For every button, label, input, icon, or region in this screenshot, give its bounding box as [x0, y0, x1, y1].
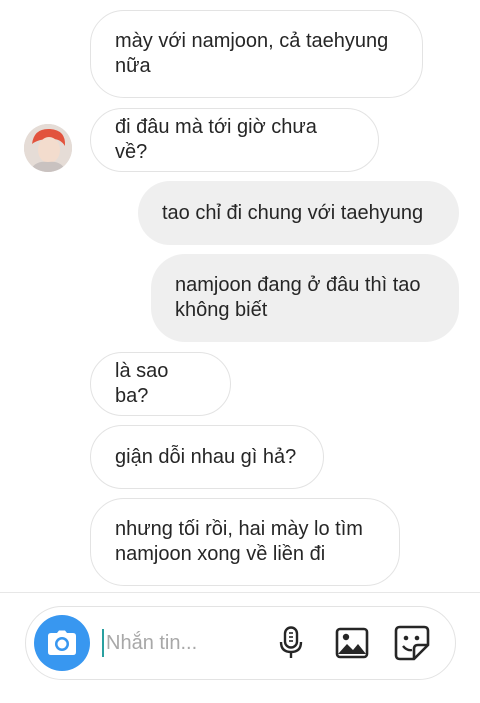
- message-bubble-incoming[interactable]: là sao ba?: [90, 352, 231, 416]
- microphone-button[interactable]: [273, 625, 309, 661]
- message-bubble-incoming[interactable]: nhưng tối rồi, hai mày lo tìm namjoon xo…: [90, 498, 400, 586]
- sticker-button[interactable]: [394, 625, 430, 661]
- message-bubble-incoming[interactable]: mày với namjoon, cả taehyung nữa: [90, 10, 423, 98]
- gallery-icon: [335, 627, 369, 659]
- avatar-image: [24, 124, 72, 172]
- message-bubble-outgoing[interactable]: tao chỉ đi chung với taehyung: [138, 181, 459, 245]
- sticker-icon: [394, 625, 430, 661]
- message-input[interactable]: Nhắn tin...: [106, 607, 197, 679]
- message-composer: Nhắn tin...: [25, 606, 456, 680]
- microphone-icon: [279, 626, 303, 658]
- gallery-button[interactable]: [334, 625, 370, 661]
- camera-icon: [48, 630, 76, 655]
- text-cursor: [102, 629, 104, 657]
- message-bubble-incoming[interactable]: đi đâu mà tới giờ chưa về?: [90, 108, 379, 172]
- message-bubble-outgoing[interactable]: namjoon đang ở đâu thì tao không biết: [151, 254, 459, 342]
- camera-button[interactable]: [34, 615, 90, 671]
- message-bubble-incoming[interactable]: giận dỗi nhau gì hả?: [90, 425, 324, 489]
- composer-divider: [0, 592, 480, 593]
- contact-avatar[interactable]: [24, 124, 72, 172]
